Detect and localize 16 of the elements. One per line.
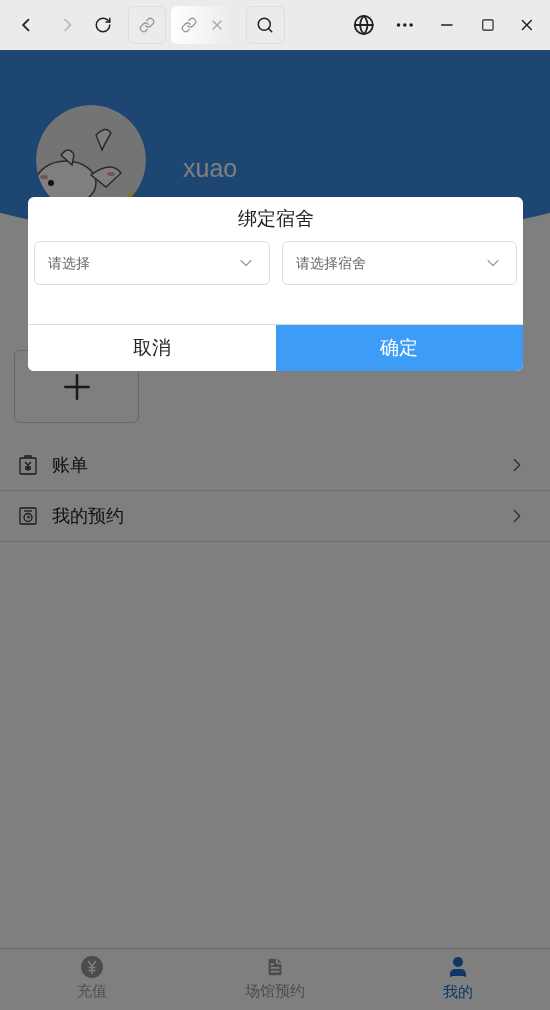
username: xuao <box>183 153 238 184</box>
menu-item[interactable]: 我的预约 <box>0 491 550 542</box>
select-field[interactable]: 请选择宿舍 <box>281 241 517 285</box>
bill-icon <box>19 455 37 475</box>
select-field[interactable]: 请选择 <box>34 241 270 285</box>
confirm-button[interactable]: 确定 <box>275 325 523 371</box>
maximize-icon[interactable] <box>480 18 495 32</box>
search-icon[interactable] <box>256 16 275 34</box>
dialog-title: 绑定宿舍 <box>237 207 314 232</box>
clock-icon <box>19 507 37 525</box>
globe-icon[interactable] <box>352 14 375 36</box>
search-button[interactable] <box>246 6 285 44</box>
link-icon[interactable] <box>181 17 198 33</box>
menu-item[interactable]: 账单 <box>0 440 550 491</box>
yen-icon <box>80 956 103 979</box>
tab-item[interactable]: 我的 <box>366 949 550 1010</box>
